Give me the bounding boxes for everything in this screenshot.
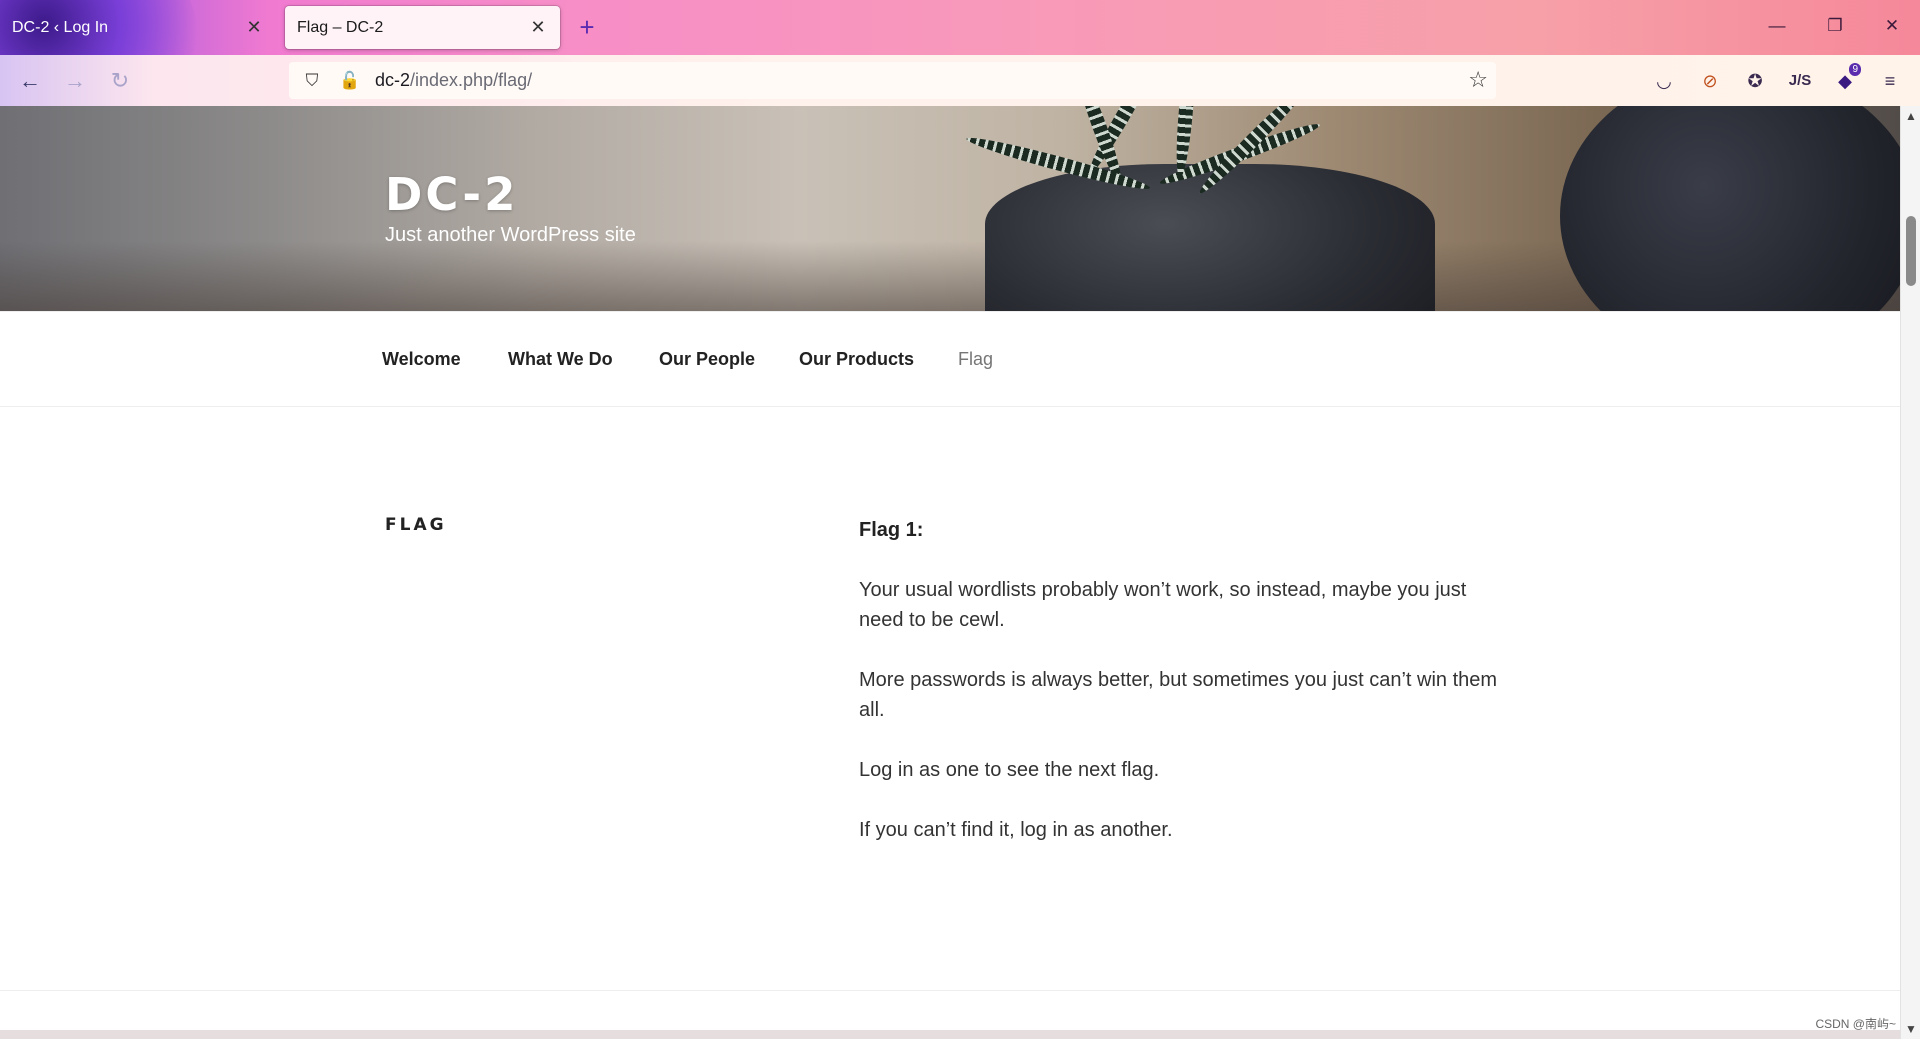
cookie-icon[interactable]: ✪ (1741, 67, 1769, 95)
extension-badge-icon[interactable]: ◆ 9 (1831, 63, 1861, 95)
close-tab-icon[interactable]: ✕ (244, 17, 264, 38)
scroll-up-icon[interactable]: ▲ (1901, 106, 1920, 126)
url-bar[interactable]: ⛉ 🔓 dc-2/index.php/flag/ ☆ (289, 62, 1496, 99)
taskbar-strip (0, 1030, 1900, 1039)
scrollbar-thumb[interactable] (1906, 216, 1916, 286)
url-path: /index.php/flag/ (410, 70, 533, 90)
page-viewport: DC-2 Just another WordPress site Welcome… (0, 106, 1900, 1039)
tab-label: Flag – DC-2 (297, 18, 384, 36)
insecure-lock-icon[interactable]: 🔓 (335, 71, 365, 91)
menu-item-flag[interactable]: Flag (958, 349, 993, 370)
hamburger-menu-icon[interactable]: ≡ (1876, 67, 1904, 95)
page-scrollbar[interactable]: ▲ ▼ (1900, 106, 1920, 1039)
tab-bar: DC-2 ‹ Log In ✕ Flag – DC-2 ✕ + — ❐ ✕ (0, 0, 1920, 180)
back-arrow-icon[interactable]: ← (15, 66, 45, 96)
menu-item-what-we-do[interactable]: What We Do (508, 349, 613, 370)
url-host: dc-2 (375, 70, 411, 90)
javascript-toggle-icon[interactable]: J/S (1786, 67, 1814, 95)
tab-label: DC-2 ‹ Log In (12, 18, 109, 36)
bookmark-star-icon[interactable]: ☆ (1468, 67, 1488, 93)
tab-flag[interactable]: Flag – DC-2 ✕ (285, 6, 560, 49)
site-title[interactable]: DC-2 (385, 168, 518, 221)
tab-login[interactable]: DC-2 ‹ Log In ✕ (0, 6, 276, 49)
pocket-icon[interactable]: ◡ (1650, 67, 1678, 95)
menu-item-our-products[interactable]: Our Products (799, 349, 914, 370)
content-paragraph: Log in as one to see the next flag. (859, 759, 1160, 781)
forward-arrow-icon[interactable]: → (60, 66, 90, 96)
watermark: CSDN @南屿~ (1815, 1017, 1896, 1031)
reload-icon[interactable]: ↻ (105, 66, 135, 96)
minimize-icon[interactable]: — (1757, 10, 1797, 42)
footer-divider (0, 990, 1900, 991)
shield-icon[interactable]: ⛉ (297, 71, 327, 91)
menu-item-welcome[interactable]: Welcome (382, 349, 461, 370)
url-text[interactable]: dc-2/index.php/flag/ (375, 70, 532, 91)
menu-item-our-people[interactable]: Our People (659, 349, 755, 370)
content-paragraph: More passwords is always better, but som… (859, 669, 1498, 721)
close-window-icon[interactable]: ✕ (1872, 10, 1912, 42)
content-paragraph: Your usual wordlists probably won’t work… (859, 579, 1467, 631)
extension-badge-count: 9 (1849, 63, 1861, 76)
plus-icon[interactable]: + (576, 10, 598, 44)
header-image: DC-2 Just another WordPress site (0, 106, 1900, 311)
site-description: Just another WordPress site (385, 224, 636, 246)
primary-menu: Welcome What We Do Our People Our Produc… (0, 311, 1900, 407)
navigation-toolbar: ← → ↻ ⛉ 🔓 dc-2/index.php/flag/ ☆ ◡ ⊘ ✪ J… (0, 55, 1920, 106)
close-tab-icon[interactable]: ✕ (528, 17, 548, 38)
restore-icon[interactable]: ❐ (1815, 10, 1855, 42)
scroll-down-icon[interactable]: ▼ (1901, 1019, 1920, 1039)
extension-blocker-icon[interactable]: ⊘ (1696, 67, 1724, 95)
page-content: Flag 1: Your usual wordlists probably wo… (859, 515, 1499, 875)
content-paragraph: If you can’t find it, log in as another. (859, 819, 1173, 841)
page-title: FLAG (385, 515, 447, 535)
hero-sphere (1560, 106, 1900, 311)
flag-heading: Flag 1: (859, 519, 924, 541)
